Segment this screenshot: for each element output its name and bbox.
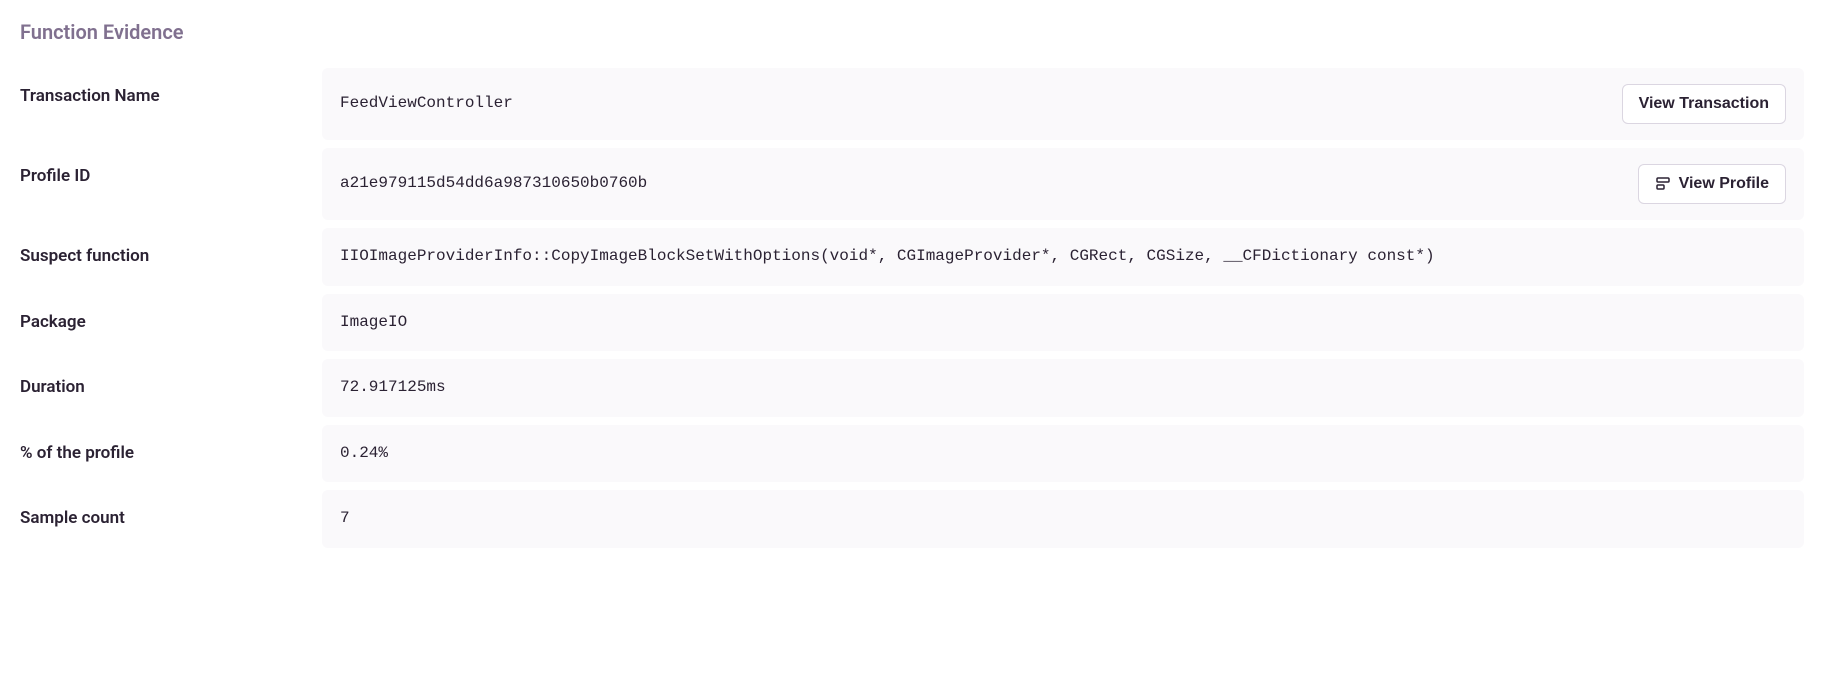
row-duration: Duration 72.917125ms xyxy=(20,359,1804,417)
row-package: Package ImageIO xyxy=(20,294,1804,352)
view-transaction-button[interactable]: View Transaction xyxy=(1622,84,1786,124)
row-transaction-name: Transaction Name FeedViewController View… xyxy=(20,68,1804,140)
row-sample-count: Sample count 7 xyxy=(20,490,1804,548)
profile-icon xyxy=(1655,176,1671,192)
value-duration: 72.917125ms xyxy=(340,375,446,401)
value-container-package: ImageIO xyxy=(322,294,1804,352)
label-transaction-name: Transaction Name xyxy=(20,68,322,106)
value-container-transaction-name: FeedViewController View Transaction xyxy=(322,68,1804,140)
row-percent-profile: % of the profile 0.24% xyxy=(20,425,1804,483)
value-suspect-function: IIOImageProviderInfo::CopyImageBlockSetW… xyxy=(340,244,1435,270)
value-container-sample-count: 7 xyxy=(322,490,1804,548)
row-suspect-function: Suspect function IIOImageProviderInfo::C… xyxy=(20,228,1804,286)
section-title: Function Evidence xyxy=(20,20,1804,44)
label-percent-profile: % of the profile xyxy=(20,425,322,463)
value-container-suspect-function: IIOImageProviderInfo::CopyImageBlockSetW… xyxy=(322,228,1804,286)
value-package: ImageIO xyxy=(340,310,407,336)
value-container-percent-profile: 0.24% xyxy=(322,425,1804,483)
view-profile-button-label: View Profile xyxy=(1679,175,1769,193)
label-profile-id: Profile ID xyxy=(20,148,322,186)
value-sample-count: 7 xyxy=(340,506,350,532)
view-profile-button[interactable]: View Profile xyxy=(1638,164,1786,204)
value-percent-profile: 0.24% xyxy=(340,441,388,467)
label-sample-count: Sample count xyxy=(20,490,322,528)
label-duration: Duration xyxy=(20,359,322,397)
label-suspect-function: Suspect function xyxy=(20,228,322,266)
value-container-profile-id: a21e979115d54dd6a987310650b0760b View Pr… xyxy=(322,148,1804,220)
value-profile-id: a21e979115d54dd6a987310650b0760b xyxy=(340,171,647,197)
value-container-duration: 72.917125ms xyxy=(322,359,1804,417)
value-transaction-name: FeedViewController xyxy=(340,91,513,117)
view-transaction-button-label: View Transaction xyxy=(1639,95,1769,113)
label-package: Package xyxy=(20,294,322,332)
row-profile-id: Profile ID a21e979115d54dd6a987310650b07… xyxy=(20,148,1804,220)
